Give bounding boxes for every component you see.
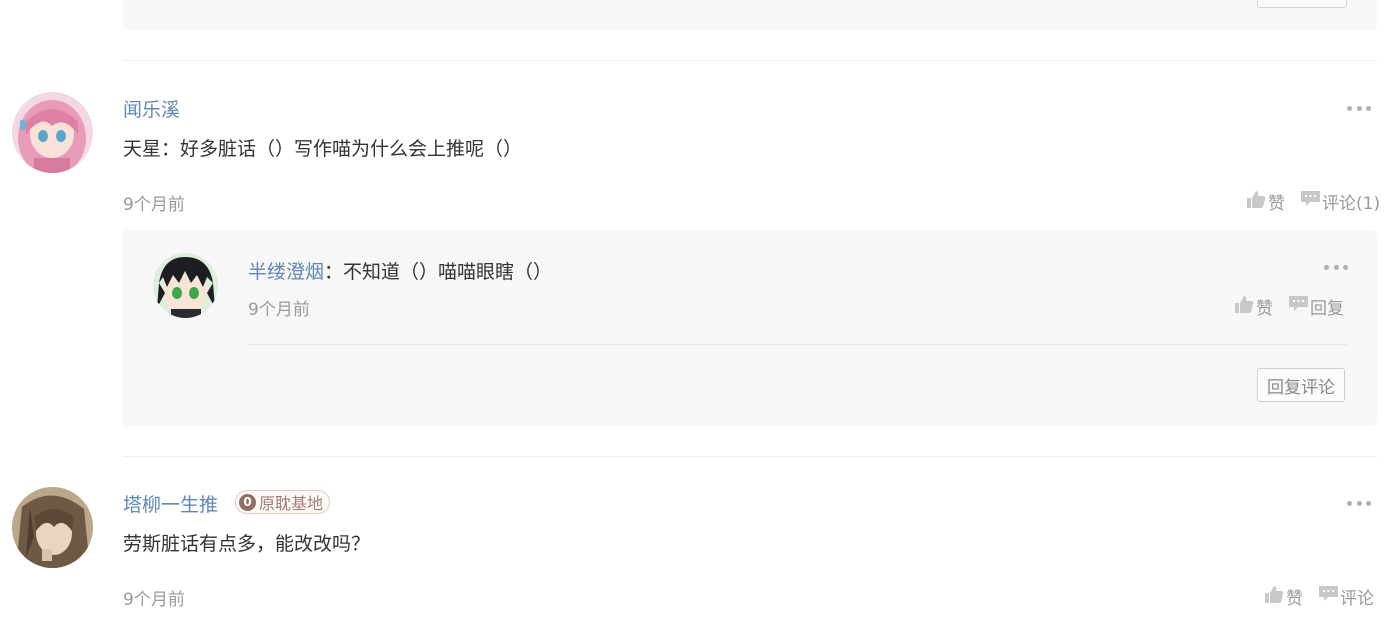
- comment-label: 评论: [1340, 589, 1374, 609]
- badge-label: 原耽基地: [259, 494, 324, 513]
- speech-bubble-icon: [1301, 190, 1320, 213]
- reply-separator: ：: [324, 261, 344, 283]
- comment-divider: [123, 456, 1377, 457]
- comment-text: 劳斯脏话有点多，能改改吗？: [123, 533, 371, 555]
- more-dots-icon[interactable]: [1347, 500, 1371, 506]
- comment-username[interactable]: 塔柳一生推: [123, 490, 218, 517]
- reply-label: 回复: [1310, 299, 1344, 319]
- fan-badge[interactable]: 0 原耽基地: [235, 490, 331, 514]
- comment-username[interactable]: 闻乐溪: [123, 95, 180, 122]
- previous-comment-reply-panel: [123, 0, 1377, 30]
- comment-button[interactable]: 评论: [1319, 584, 1374, 609]
- reply-time: 9个月前: [248, 300, 310, 320]
- reply-username[interactable]: 半缕澄烟: [248, 261, 324, 283]
- like-label: 赞: [1268, 194, 1285, 214]
- thumbs-up-icon: [1247, 190, 1266, 213]
- like-button[interactable]: 赞: [1265, 584, 1303, 609]
- comment-time: 9个月前: [123, 590, 185, 610]
- reply-reply-button[interactable]: 回复: [1289, 294, 1344, 319]
- comment-divider: [123, 60, 1377, 61]
- thumbs-up-icon: [1235, 295, 1254, 318]
- like-label: 赞: [1256, 299, 1273, 319]
- reply-line: 半缕澄烟：不知道（）喵喵眼瞎（）: [248, 257, 552, 284]
- like-button[interactable]: 赞: [1247, 189, 1285, 214]
- speech-bubble-icon: [1289, 295, 1308, 318]
- reply-divider: [248, 344, 1347, 345]
- speech-bubble-icon: [1319, 585, 1338, 608]
- reply-avatar[interactable]: [153, 253, 218, 318]
- comment-count-label: 评论(1): [1322, 194, 1381, 214]
- more-dots-icon[interactable]: [1324, 264, 1348, 270]
- badge-level: 0: [239, 493, 256, 511]
- reply-comment-button[interactable]: 回复评论: [1257, 368, 1345, 402]
- avatar[interactable]: [12, 92, 93, 173]
- comment-text: 天星：好多脏话（）写作喵为什么会上推呢（）: [123, 138, 523, 160]
- previous-reply-button[interactable]: [1257, 0, 1347, 8]
- more-dots-icon[interactable]: [1347, 105, 1371, 111]
- avatar[interactable]: [12, 487, 93, 568]
- like-label: 赞: [1286, 589, 1303, 609]
- thumbs-up-icon: [1265, 585, 1284, 608]
- comment-button[interactable]: 评论(1): [1301, 189, 1380, 214]
- reply-like-button[interactable]: 赞: [1235, 294, 1273, 319]
- reply-text: 不知道（）喵喵眼瞎（）: [343, 261, 553, 283]
- comment-time: 9个月前: [123, 195, 185, 215]
